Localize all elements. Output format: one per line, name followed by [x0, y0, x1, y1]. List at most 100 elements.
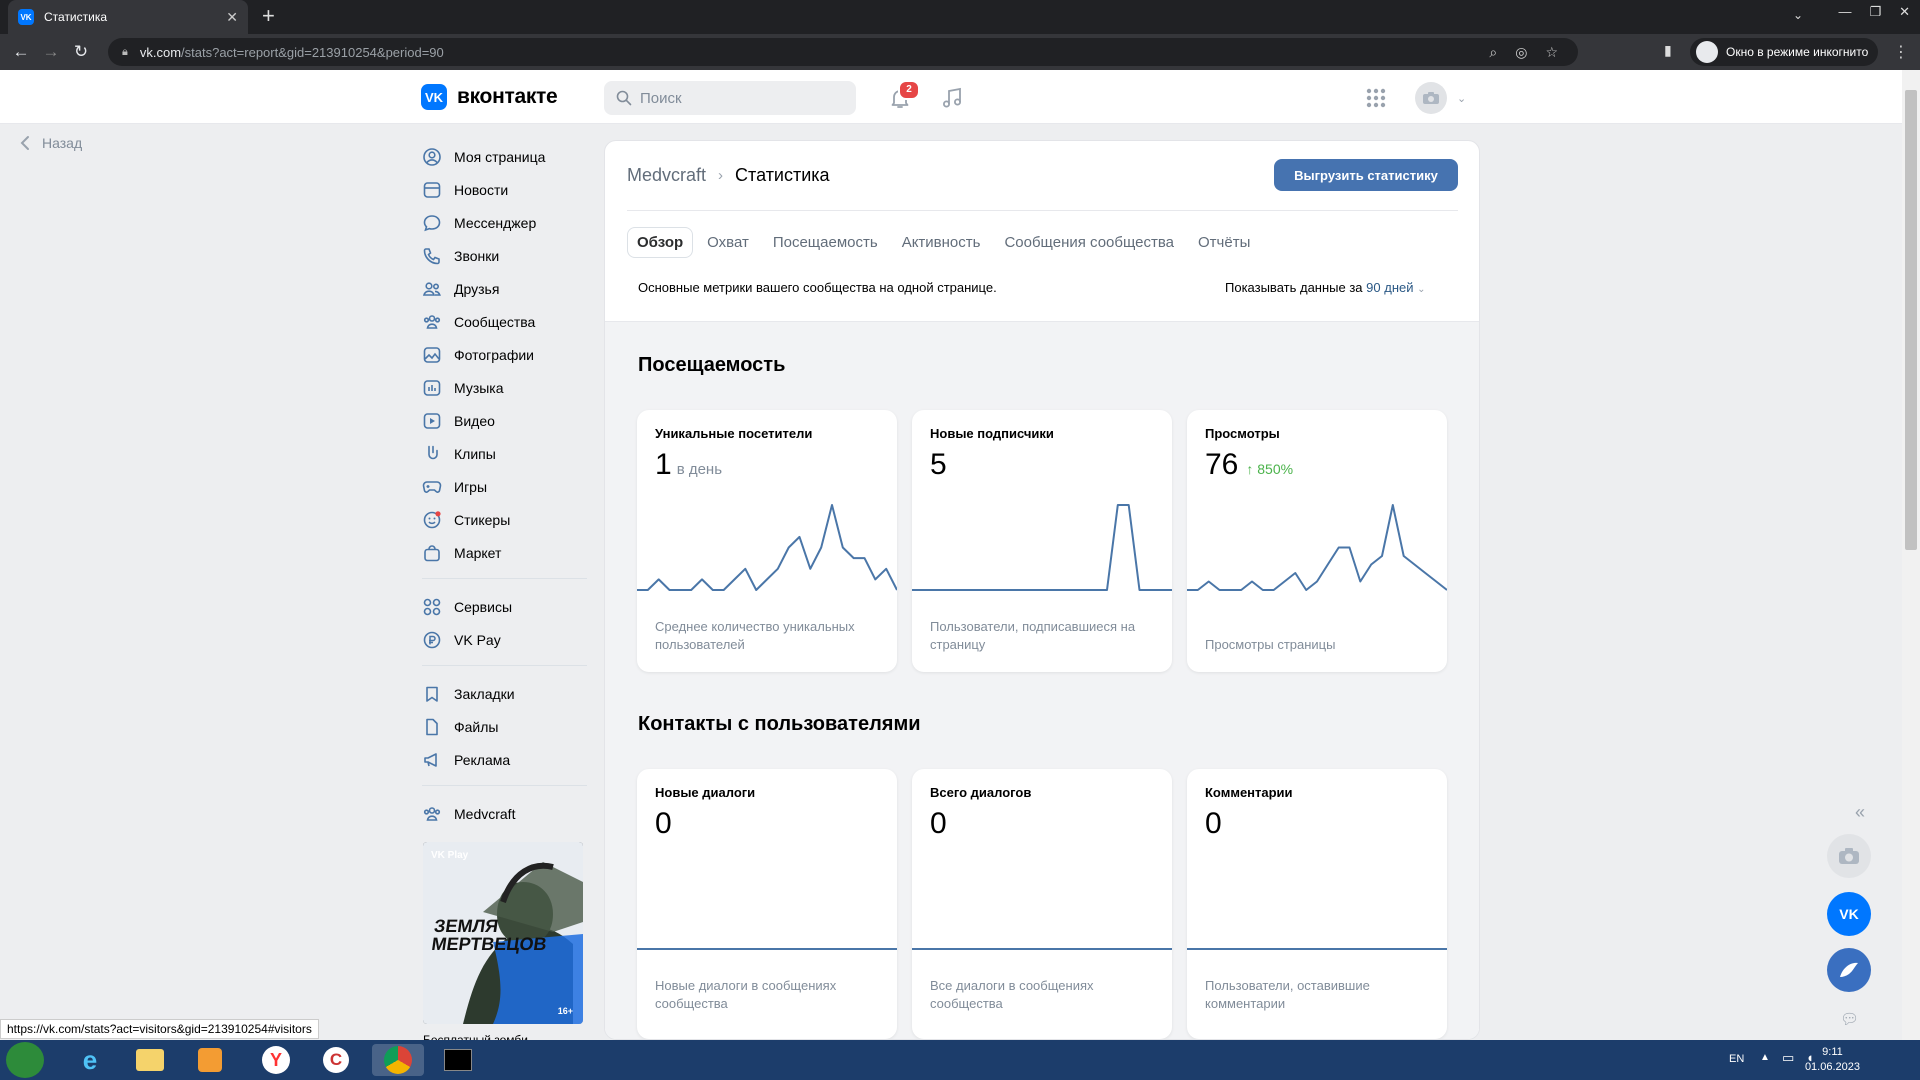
period-value[interactable]: 90 дней — [1366, 280, 1413, 295]
stats-tabs: Обзор Охват Посещаемость Активность Сооб… — [627, 227, 1260, 258]
metric-card-total-dialogs[interactable]: Всего диалогов 0 Все диалоги в сообщения… — [912, 769, 1172, 1039]
vk-logo[interactable]: VK вконтакте — [421, 84, 558, 110]
menu-item-stickers[interactable]: Стикеры — [422, 503, 592, 536]
menu-item-ads[interactable]: Реклама — [422, 743, 592, 776]
menu-label: Мессенджер — [454, 214, 537, 231]
incognito-label: Окно в режиме инкогнито — [1726, 45, 1869, 59]
page-scrollbar[interactable] — [1902, 70, 1920, 1040]
metric-card-comments[interactable]: Комментарии 0 Пользователи, оставившие к… — [1187, 769, 1447, 1039]
card-value: 0 — [930, 807, 947, 840]
card-change-value: 850% — [1257, 461, 1294, 477]
explorer-icon[interactable] — [128, 1044, 172, 1076]
floating-camera-button[interactable] — [1827, 834, 1871, 878]
apps-grid-icon[interactable] — [1366, 88, 1386, 108]
forward-arrow-icon[interactable]: → — [36, 42, 66, 62]
ruble-icon — [423, 631, 441, 648]
minimize-icon[interactable]: — — [1838, 4, 1851, 20]
star-icon[interactable]: ☆ — [1545, 44, 1558, 61]
menu-item-games[interactable]: Игры — [422, 470, 592, 503]
clock[interactable]: 9:11 01.06.2023 — [1805, 1045, 1860, 1075]
period-prefix: Показывать данные за — [1225, 280, 1363, 295]
menu-item-messenger[interactable]: Мессенджер — [422, 206, 592, 239]
menu-item-video[interactable]: Видео — [422, 404, 592, 437]
window-close-icon[interactable]: ✕ — [1899, 4, 1910, 20]
communities-icon — [423, 314, 441, 329]
media-player-icon[interactable] — [188, 1044, 232, 1076]
tab-reach[interactable]: Охват — [697, 227, 759, 258]
message-icon — [423, 214, 441, 231]
double-chevron-left-icon[interactable]: « — [1855, 802, 1865, 823]
period-selector[interactable]: Показывать данные за 90 дней ⌄ — [1225, 280, 1426, 295]
chevron-down-icon[interactable]: ⌄ — [1457, 92, 1466, 105]
menu-item-music[interactable]: Музыка — [422, 371, 592, 404]
menu-item-friends[interactable]: Друзья — [422, 272, 592, 305]
zoom-icon[interactable]: ⌕ — [1489, 44, 1497, 61]
reload-icon[interactable]: ↻ — [66, 42, 96, 62]
ie-icon[interactable]: e — [68, 1044, 112, 1076]
metric-card-new-dialogs[interactable]: Новые диалоги 0 Новые диалоги в сообщени… — [637, 769, 897, 1039]
scrollbar-thumb[interactable] — [1905, 90, 1917, 550]
tray-arrow-icon[interactable]: ▲ — [1760, 1052, 1770, 1063]
eye-off-icon[interactable]: ◎ — [1515, 44, 1527, 61]
tab-search-icon[interactable]: ⌄ — [1793, 8, 1803, 22]
camera-icon — [1839, 848, 1859, 864]
card-description: Все диалоги в сообщениях сообщества — [930, 978, 1094, 1011]
menu-item-bookmarks[interactable]: Закладки — [422, 677, 592, 710]
browser-toolbar: ← → ↻ 🔒︎ vk.com/stats?act=report&gid=213… — [0, 34, 1920, 70]
tab-close-icon[interactable]: ✕ — [226, 9, 238, 26]
c-app-icon[interactable]: C — [314, 1044, 358, 1076]
network-icon[interactable]: ▭ — [1782, 1050, 1794, 1066]
start-button[interactable] — [6, 1042, 44, 1078]
menu-item-services[interactable]: Сервисы — [422, 590, 592, 623]
photo-icon — [423, 346, 441, 363]
vk-messenger-icon[interactable]: VK — [1827, 892, 1871, 936]
menu-item-communities[interactable]: Сообщества — [422, 305, 592, 338]
vk-favicon-icon: VK — [18, 9, 34, 25]
chat-bubble-icon[interactable]: 💬︎ — [1840, 1010, 1859, 1028]
yandex-browser-icon[interactable]: Y — [254, 1044, 298, 1076]
tab-activity[interactable]: Активность — [892, 227, 991, 258]
metric-card-views[interactable]: Просмотры 76 ↑ 850% Просмотры страницы — [1187, 410, 1447, 672]
menu-item-medvcraft[interactable]: Medvcraft — [422, 797, 592, 830]
tab-attendance[interactable]: Посещаемость — [763, 227, 888, 258]
metric-card-new-subscribers[interactable]: Новые подписчики 5 Пользователи, подписа… — [912, 410, 1172, 672]
avatar[interactable] — [1415, 82, 1447, 114]
card-description: Новые диалоги в сообщениях сообщества — [655, 978, 837, 1011]
menu-item-market[interactable]: Маркет — [422, 536, 592, 569]
menu-item-calls[interactable]: Звонки — [422, 239, 592, 272]
community-icon — [423, 806, 441, 821]
tab-reports[interactable]: Отчёты — [1188, 227, 1260, 258]
ad-banner[interactable]: VK Play ЗЕМЛЯ МЕРТВЕЦОВ 16+ — [423, 842, 583, 1024]
breadcrumb-community[interactable]: Medvcraft — [627, 165, 706, 186]
menu-label: Маркет — [454, 544, 502, 561]
menu-item-vkpay[interactable]: VK Pay — [422, 623, 592, 656]
back-arrow-icon[interactable]: ← — [6, 42, 36, 62]
menu-label: Сервисы — [454, 598, 513, 615]
menu-item-my-page[interactable]: Моя страница — [422, 140, 592, 173]
cmd-icon[interactable] — [436, 1044, 480, 1076]
browser-tab[interactable]: VK Статистика ✕ — [8, 0, 248, 34]
tab-overview[interactable]: Обзор — [627, 227, 694, 258]
tab-community-messages[interactable]: Сообщения сообщества — [994, 227, 1184, 258]
menu-item-files[interactable]: Файлы — [422, 710, 592, 743]
side-panel-icon[interactable]: ▮ — [1664, 42, 1672, 59]
card-value: 76 — [1205, 448, 1239, 481]
music-note-icon[interactable] — [940, 86, 964, 110]
new-tab-icon[interactable]: + — [262, 5, 275, 27]
card-value: 5 — [930, 448, 947, 481]
menu-item-photos[interactable]: Фотографии — [422, 338, 592, 371]
chevron-right-icon: › — [718, 167, 724, 184]
search-input[interactable]: Поиск — [604, 81, 856, 115]
chrome-icon[interactable] — [372, 1044, 424, 1076]
export-stats-button[interactable]: Выгрузить статистику — [1274, 159, 1458, 191]
metric-card-unique-visitors[interactable]: Уникальные посетители 1в день Среднее ко… — [637, 410, 897, 672]
menu-item-news[interactable]: Новости — [422, 173, 592, 206]
incognito-badge[interactable]: Окно в режиме инкогнито — [1690, 38, 1879, 66]
address-bar[interactable]: 🔒︎ vk.com/stats?act=report&gid=213910254… — [108, 38, 1578, 66]
keyboard-language[interactable]: EN — [1729, 1053, 1744, 1065]
browser-menu-icon[interactable]: ⋮ — [1893, 42, 1909, 62]
restore-icon[interactable]: ❐ — [1869, 4, 1881, 20]
menu-item-clips[interactable]: Клипы — [422, 437, 592, 470]
back-link[interactable]: Назад — [20, 135, 82, 151]
bot-app-icon[interactable] — [1827, 948, 1871, 992]
